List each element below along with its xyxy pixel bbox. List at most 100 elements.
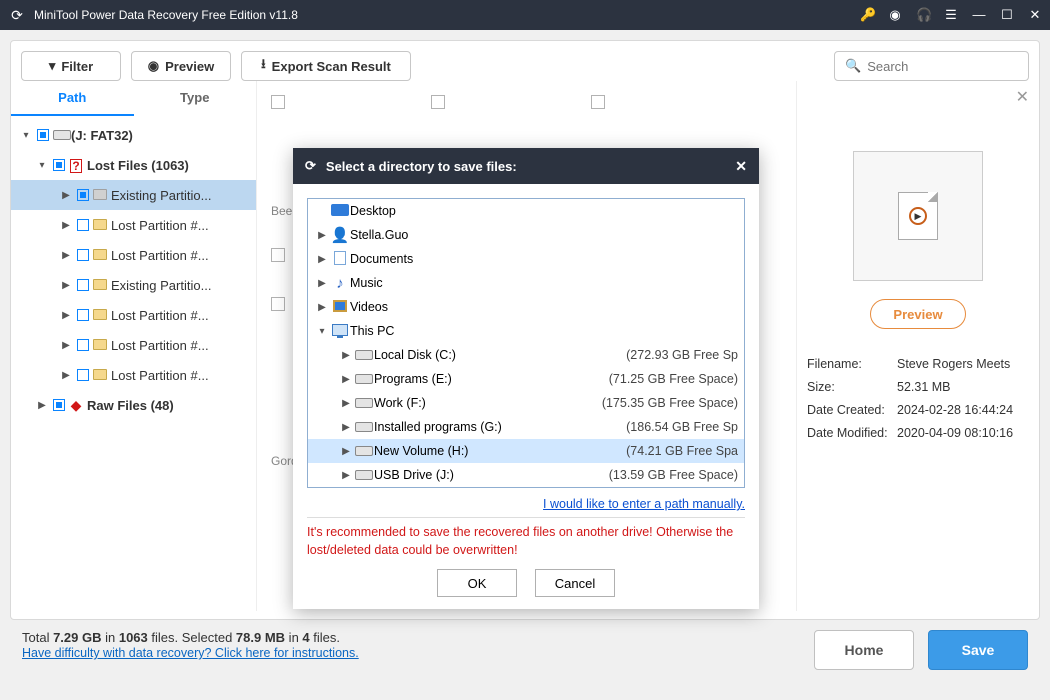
drive-icon — [354, 395, 374, 411]
directory-item[interactable]: ▶ Work (F:) (175.35 GB Free Space) — [308, 391, 744, 415]
menu-icon[interactable]: ☰ — [944, 7, 958, 23]
tree-item[interactable]: ▶Lost Partition #... — [11, 300, 256, 330]
chevron-right-icon[interactable]: ▶ — [59, 190, 73, 201]
folder-icon — [93, 248, 107, 263]
checkbox[interactable] — [77, 279, 89, 291]
expand-icon[interactable]: ▶ — [314, 230, 330, 241]
directory-label: Work (F:) — [374, 396, 602, 410]
tab-path[interactable]: Path — [11, 81, 134, 116]
preview-button[interactable]: ◉Preview — [131, 51, 231, 81]
tree-item[interactable]: ▶Lost Partition #... — [11, 240, 256, 270]
checkbox[interactable] — [53, 399, 65, 411]
search-box[interactable]: 🔍 — [834, 51, 1029, 81]
chevron-right-icon[interactable]: ▶ — [59, 280, 73, 291]
help-link[interactable]: Have difficulty with data recovery? Clic… — [22, 646, 359, 660]
expand-icon[interactable]: ▾ — [314, 326, 330, 337]
home-button[interactable]: Home — [814, 630, 914, 670]
expand-icon[interactable]: ▶ — [338, 350, 354, 361]
directory-label: Videos — [350, 300, 738, 314]
directory-label: This PC — [350, 324, 738, 338]
key-icon[interactable]: 🔑 — [860, 7, 874, 23]
cancel-button[interactable]: Cancel — [535, 569, 615, 597]
chevron-down-icon[interactable]: ▾ — [19, 130, 33, 141]
checkbox[interactable] — [271, 95, 285, 109]
directory-label: Music — [350, 276, 738, 290]
preview-file-button[interactable]: Preview — [870, 299, 966, 329]
tab-type[interactable]: Type — [134, 81, 257, 116]
directory-item[interactable]: ▶ ♪ Music — [308, 271, 744, 295]
tree-lostfiles[interactable]: ▾?Lost Files (1063) — [11, 150, 256, 180]
free-space: (272.93 GB Free Sp — [626, 348, 744, 362]
checkbox[interactable] — [77, 309, 89, 321]
directory-label: Desktop — [350, 204, 738, 218]
expand-icon[interactable]: ▶ — [338, 470, 354, 481]
directory-item[interactable]: ▶ Programs (E:) (71.25 GB Free Space) — [308, 367, 744, 391]
checkbox[interactable] — [77, 339, 89, 351]
minimize-icon[interactable]: — — [972, 7, 986, 23]
app-logo-icon: ⟳ — [8, 6, 26, 24]
save-button[interactable]: Save — [928, 630, 1028, 670]
checkbox[interactable] — [271, 248, 285, 262]
directory-item[interactable]: ▶ Documents — [308, 247, 744, 271]
expand-icon[interactable]: ▶ — [314, 278, 330, 289]
checkbox[interactable] — [271, 297, 285, 311]
checkbox[interactable] — [77, 189, 89, 201]
directory-item[interactable]: Desktop — [308, 199, 744, 223]
expand-icon[interactable]: ▶ — [338, 398, 354, 409]
checkbox[interactable] — [77, 369, 89, 381]
tree-item[interactable]: ▶Lost Partition #... — [11, 210, 256, 240]
directory-item[interactable]: ▶ Installed programs (G:) (186.54 GB Fre… — [308, 415, 744, 439]
chevron-right-icon[interactable]: ▶ — [59, 310, 73, 321]
chevron-down-icon[interactable]: ▾ — [35, 160, 49, 171]
maximize-icon[interactable]: ☐ — [1000, 7, 1014, 23]
globe-icon[interactable]: ◉ — [888, 7, 902, 23]
drive-icon — [354, 467, 374, 483]
chevron-right-icon[interactable]: ▶ — [59, 340, 73, 351]
folder-icon — [93, 188, 107, 203]
expand-icon[interactable]: ▶ — [338, 422, 354, 433]
chevron-right-icon[interactable]: ▶ — [59, 250, 73, 261]
close-icon[interactable]: ✕ — [1028, 7, 1042, 23]
tree-item[interactable]: ▶Lost Partition #... — [11, 360, 256, 390]
folder-icon — [93, 218, 107, 233]
directory-item[interactable]: ▶ 👤 Stella.Guo — [308, 223, 744, 247]
search-input[interactable] — [867, 59, 1018, 74]
expand-icon[interactable]: ▶ — [314, 254, 330, 265]
expand-icon[interactable]: ▶ — [314, 302, 330, 313]
tree-root[interactable]: ▾(J: FAT32) — [11, 120, 256, 150]
checkbox[interactable] — [53, 159, 65, 171]
directory-item[interactable]: ▶ Local Disk (C:) (272.93 GB Free Sp — [308, 343, 744, 367]
filter-button[interactable]: ▾Filter — [21, 51, 121, 81]
diamond-icon: ◆ — [69, 397, 83, 414]
headphones-icon[interactable]: 🎧 — [916, 7, 930, 23]
ok-button[interactable]: OK — [437, 569, 517, 597]
tree-item[interactable]: ▶Existing Partitio... — [11, 180, 256, 210]
tree-item[interactable]: ▶Lost Partition #... — [11, 330, 256, 360]
dialog-close-icon[interactable]: ✕ — [735, 158, 747, 175]
export-button[interactable]: ⭳Export Scan Result — [241, 51, 411, 81]
drive-icon — [354, 443, 374, 459]
directory-label: Installed programs (G:) — [374, 420, 626, 434]
drive-icon — [354, 371, 374, 387]
doc-icon — [330, 251, 350, 268]
directory-item[interactable]: ▶ USB Drive (J:) (13.59 GB Free Space) — [308, 463, 744, 487]
chevron-right-icon[interactable]: ▶ — [59, 370, 73, 381]
tree-rawfiles[interactable]: ▶◆Raw Files (48) — [11, 390, 256, 420]
expand-icon[interactable]: ▶ — [338, 374, 354, 385]
expand-icon[interactable]: ▶ — [338, 446, 354, 457]
preview-panel: ✕ ▶ Preview Filename:Steve Rogers Meets … — [797, 81, 1039, 611]
checkbox[interactable] — [77, 219, 89, 231]
tree-item[interactable]: ▶Existing Partitio... — [11, 270, 256, 300]
chevron-right-icon[interactable]: ▶ — [35, 400, 49, 411]
directory-item[interactable]: ▶ Videos — [308, 295, 744, 319]
directory-item[interactable]: ▾ This PC — [308, 319, 744, 343]
close-preview-icon[interactable]: ✕ — [1016, 87, 1029, 107]
checkbox[interactable] — [591, 95, 605, 109]
enter-path-manually-link[interactable]: I would like to enter a path manually. — [543, 497, 745, 511]
chevron-right-icon[interactable]: ▶ — [59, 220, 73, 231]
directory-item[interactable]: ▶ New Volume (H:) (74.21 GB Free Spa — [308, 439, 744, 463]
checkbox[interactable] — [77, 249, 89, 261]
directory-label: Documents — [350, 252, 738, 266]
checkbox[interactable] — [37, 129, 49, 141]
checkbox[interactable] — [431, 95, 445, 109]
